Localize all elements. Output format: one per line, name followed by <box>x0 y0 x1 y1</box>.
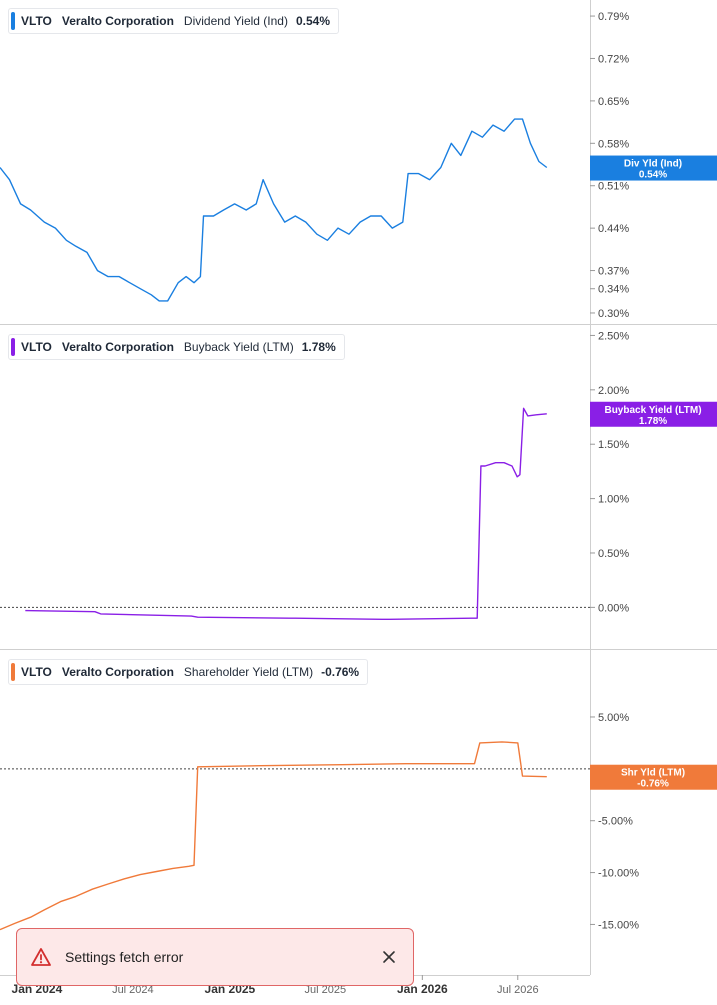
badge-title: Div Yld (Ind) <box>624 159 682 170</box>
last-value-badge: Div Yld (Ind)0.54% <box>590 155 717 181</box>
legend-dividend-yield[interactable]: VLTO Veralto Corporation Dividend Yield … <box>8 8 339 34</box>
toast-message: Settings fetch error <box>65 949 184 965</box>
legend-company: Veralto Corporation <box>61 665 174 679</box>
chart-panel-3: 5.00%0.00%-5.00%-10.00%-15.00%Shr Yld (L… <box>0 712 717 931</box>
error-toast: Settings fetch error <box>16 928 414 986</box>
legend-company: Veralto Corporation <box>61 14 174 28</box>
close-icon[interactable] <box>381 949 397 965</box>
last-value-badge: Buyback Yield (LTM)1.78% <box>590 401 717 427</box>
y-tick-label: 2.00% <box>598 385 629 397</box>
y-tick-label: 0.00% <box>598 602 629 614</box>
badge-title: Shr Yld (LTM) <box>621 768 685 779</box>
legend-value: 0.54% <box>295 14 330 28</box>
legend-buyback-yield[interactable]: VLTO Veralto Corporation Buyback Yield (… <box>8 334 345 360</box>
legend-value: -0.76% <box>321 665 360 679</box>
y-tick-label: 0.44% <box>598 223 629 235</box>
chart-area: 0.79% 0.72% 0.65% 0.58% 0.51% 0.44% 0.37% 0.34%… <box>0 0 717 996</box>
badge-value: 1.78% <box>639 416 667 427</box>
y-tick-label: 5.00% <box>598 712 629 724</box>
legend-ticker: VLTO <box>21 340 52 354</box>
series-line <box>0 741 547 931</box>
last-value-badge: Shr Yld (LTM)-0.76% <box>590 764 717 790</box>
series-line <box>25 407 547 620</box>
chart-panel-2: 2.50% 2.00% 1.50% 1.00% 0.50% 0.00% Buyback Yi… <box>0 330 717 620</box>
legend-metric: Buyback Yield (LTM) <box>183 340 294 354</box>
legend-value: 1.78% <box>301 340 336 354</box>
y-tick-label: 0.51% <box>598 181 629 193</box>
x-tick-label: Jul 2026 <box>497 984 539 996</box>
y-tick-label: 1.00% <box>598 494 629 506</box>
warning-triangle-icon <box>31 947 51 967</box>
legend-swatch <box>11 12 15 30</box>
y-tick-label: 0.37% <box>598 266 629 278</box>
badge-value: -0.76% <box>637 779 669 790</box>
y-tick-label: 0.58% <box>598 138 629 150</box>
legend-swatch <box>11 663 15 681</box>
y-tick-label: -5.00% <box>598 816 633 828</box>
badge-title: Buyback Yield (LTM) <box>604 405 701 416</box>
legend-metric: Dividend Yield (Ind) <box>183 14 288 28</box>
y-tick-label: -15.00% <box>598 919 639 931</box>
series-line <box>0 118 548 302</box>
legend-ticker: VLTO <box>21 665 52 679</box>
y-tick-label: -10.00% <box>598 868 639 880</box>
y-tick-label: 1.50% <box>598 439 629 451</box>
legend-ticker: VLTO <box>21 14 52 28</box>
y-tick-label: 0.65% <box>598 96 629 108</box>
y-tick-label: 2.50% <box>598 330 629 342</box>
y-tick-label: 0.72% <box>598 53 629 65</box>
y-tick-label: 0.30% <box>598 308 629 320</box>
legend-swatch <box>11 338 15 356</box>
y-tick-label: 0.79% <box>598 11 629 23</box>
y-tick-label: 0.50% <box>598 548 629 560</box>
chart-panel-1: 0.79% 0.72% 0.65% 0.58% 0.51% 0.44% 0.37% 0.34%… <box>0 11 717 320</box>
y-tick-label: 0.34% <box>598 284 629 296</box>
legend-shareholder-yield[interactable]: VLTO Veralto Corporation Shareholder Yie… <box>8 659 369 685</box>
legend-metric: Shareholder Yield (LTM) <box>183 665 314 679</box>
badge-value: 0.54% <box>639 170 667 181</box>
legend-company: Veralto Corporation <box>61 340 174 354</box>
